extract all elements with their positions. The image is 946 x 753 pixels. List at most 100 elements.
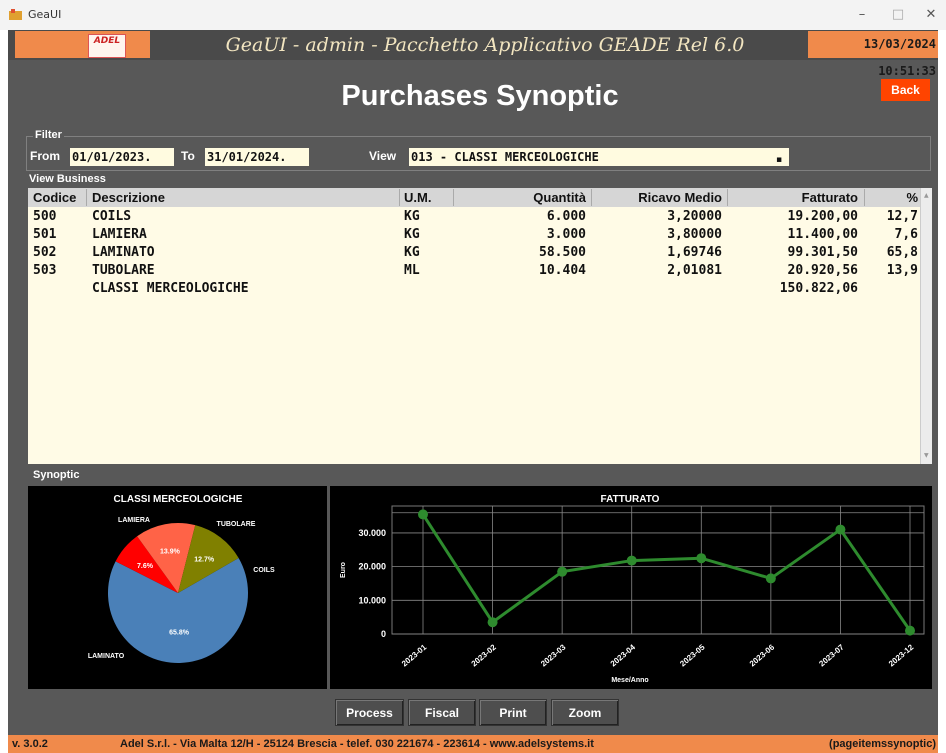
line-chart-panel: FATTURATO Mese/Anno Euro 0 10.000 20.000 30… [330, 486, 932, 689]
column-header-quantita[interactable]: Quantità [456, 190, 586, 205]
table-scrollbar[interactable]: ▲ ▼ [920, 188, 932, 464]
window-titlebar[interactable] [0, 0, 946, 30]
x-tick-label: 2023-07 [817, 642, 846, 668]
pie-chart-panel: CLASSI MERCEOLOGICHE 65.8% LAMINATO 7.6% LA… [28, 486, 327, 689]
to-date-field[interactable]: 31/01/2024. [205, 148, 309, 166]
data-point [626, 555, 637, 566]
x-tick-label: 2023-01 [400, 642, 429, 668]
line-chart-title: FATTURATO [601, 494, 660, 505]
x-tick-label: 2023-03 [539, 642, 568, 668]
column-header-codice[interactable]: Codice [33, 190, 76, 205]
zoom-button[interactable]: Zoom [551, 699, 619, 726]
window-title: GeaUI [28, 8, 62, 21]
x-tick-label: 2023-12 [887, 642, 916, 668]
process-button[interactable]: Process [335, 699, 404, 726]
app-icon [9, 9, 22, 20]
pie-chart: CLASSI MERCEOLOGICHE 65.8% LAMINATO 7.6% LA… [88, 494, 275, 663]
cell-codice: 500 [33, 209, 57, 224]
pie-category-label: TUBOLARE [217, 521, 256, 528]
cell-um: KG [404, 209, 420, 224]
column-separator [399, 189, 400, 206]
x-tick-label: 2023-04 [609, 642, 638, 668]
cell-codice: 503 [33, 263, 57, 278]
company-logo [15, 31, 150, 58]
from-label: From [30, 149, 60, 163]
line-chart: FATTURATO Mese/Anno Euro 0 10.000 20.000 30… [340, 494, 925, 684]
pie-category-label: LAMINATO [88, 653, 125, 660]
cell-ricavo-medio: 3,80000 [667, 227, 722, 242]
cell-quantita: 10.404 [539, 263, 586, 278]
y-tick-label: 0 [381, 629, 386, 639]
cell-codice: 501 [33, 227, 57, 242]
page-id: (pageitemssynoptic) [829, 738, 936, 750]
datetime-display: 13/03/2024 10:51:33 [808, 31, 938, 78]
pie-pct-label: 13.9% [160, 548, 181, 555]
column-separator [727, 189, 728, 206]
x-tick-label: 2023-06 [748, 642, 777, 668]
cell-quantita: 3.000 [546, 227, 586, 242]
cell-descrizione: LAMIERA [92, 227, 147, 242]
data-point [487, 617, 498, 628]
column-header-percent[interactable]: % [866, 190, 918, 205]
cell-percent: 65,8 [886, 245, 918, 260]
cell-fatturato: 20.920,56 [787, 263, 858, 278]
data-point [765, 573, 776, 584]
page-title: Purchases Synoptic [341, 80, 619, 112]
total-fatturato: 150.822,06 [779, 281, 858, 296]
plot-frame [391, 505, 925, 635]
column-separator [86, 189, 87, 206]
column-header-um[interactable]: U.M. [404, 190, 431, 205]
scroll-up-icon[interactable]: ▲ [924, 192, 929, 199]
pie-chart-title: CLASSI MERCEOLOGICHE [114, 494, 243, 505]
cell-percent: 7,6 [894, 227, 918, 242]
back-button[interactable]: Back [881, 79, 930, 101]
cell-ricavo-medio: 2,01081 [667, 263, 722, 278]
pie-category-label: LAMIERA [118, 517, 150, 524]
cell-descrizione: LAMINATO [92, 245, 155, 260]
view-select-value: 013 - CLASSI MERCEOLOGICHE [411, 150, 599, 164]
data-point [557, 566, 568, 577]
column-header-fatturato[interactable]: Fatturato [730, 190, 858, 205]
from-date-field[interactable]: 01/01/2023. [70, 148, 174, 166]
status-bar: v. 3.0.2 Adel S.r.l. - Via Malta 12/H - … [8, 735, 938, 753]
cell-codice: 502 [33, 245, 57, 260]
minimize-button[interactable]: – [852, 6, 872, 24]
cell-descrizione: TUBOLARE [92, 263, 155, 278]
chevron-down-icon[interactable]: ▪ [776, 151, 782, 169]
x-tick-label: 2023-02 [470, 642, 499, 668]
cell-quantita: 6.000 [546, 209, 586, 224]
print-button[interactable]: Print [479, 699, 547, 726]
column-separator [453, 189, 454, 206]
column-header-ricavo-medio[interactable]: Ricavo Medio [594, 190, 722, 205]
pie-category-label: COILS [253, 567, 275, 574]
pie-pct-label: 7.6% [137, 563, 154, 570]
data-point [905, 625, 915, 636]
total-label: CLASSI MERCEOLOGICHE [92, 281, 249, 296]
to-label: To [181, 149, 195, 163]
fiscal-button[interactable]: Fiscal [408, 699, 476, 726]
cell-fatturato: 19.200,00 [787, 209, 858, 224]
view-label: View [369, 149, 397, 163]
banner-title: GeaUI - admin - Pacchetto Applicativo GE… [225, 34, 745, 56]
y-tick-label: 30.000 [358, 528, 386, 538]
y-axis-label: Euro [340, 562, 347, 578]
column-header-descrizione[interactable]: Descrizione [92, 190, 165, 205]
pie-pct-label: 12.7% [194, 556, 215, 563]
cell-ricavo-medio: 3,20000 [667, 209, 722, 224]
cell-descrizione: COILS [92, 209, 132, 224]
maximize-button[interactable]: □ [888, 6, 908, 24]
cell-um: ML [404, 263, 420, 278]
y-tick-label: 20.000 [358, 562, 386, 572]
version-text: v. 3.0.2 [12, 738, 48, 750]
column-separator [864, 189, 865, 206]
cell-ricavo-medio: 1,69746 [667, 245, 722, 260]
close-button[interactable]: ✕ [921, 6, 941, 24]
pie-pct-label: 65.8% [169, 629, 190, 636]
view-business-label: View Business [29, 173, 106, 185]
view-select[interactable]: 013 - CLASSI MERCEOLOGICHE [409, 148, 789, 166]
scroll-down-icon[interactable]: ▼ [924, 452, 929, 459]
data-point [835, 524, 846, 535]
logo-mark: ADEL [88, 34, 126, 58]
cell-um: KG [404, 227, 420, 242]
data-point [696, 553, 707, 564]
